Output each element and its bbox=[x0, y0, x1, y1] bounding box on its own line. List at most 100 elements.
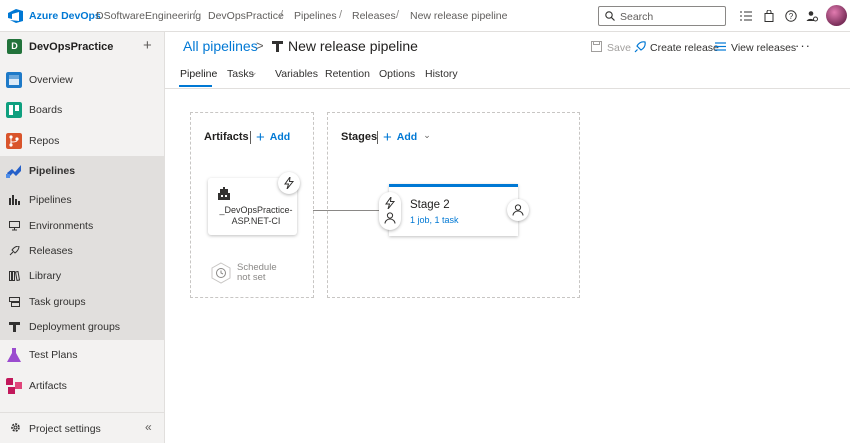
help-icon[interactable]: ? bbox=[785, 10, 797, 22]
gear-icon bbox=[11, 423, 20, 432]
top-bar: Azure DevOps DSoftwareEngineering / DevO… bbox=[0, 0, 850, 32]
test-plans-icon bbox=[7, 348, 21, 362]
sidebar-item-pipelines[interactable]: Pipelines bbox=[0, 156, 165, 186]
shopping-bag-icon[interactable] bbox=[763, 10, 775, 22]
tab-retention[interactable]: Retention bbox=[325, 68, 370, 80]
sidebar-item-label: Test Plans bbox=[29, 349, 78, 361]
page-title[interactable]: New release pipeline bbox=[288, 38, 418, 54]
divider bbox=[250, 131, 251, 144]
divider bbox=[377, 131, 378, 144]
sidebar-subitem-label: Releases bbox=[29, 245, 73, 257]
sidebar-item-boards[interactable]: Boards bbox=[0, 95, 165, 125]
stage-tasks-link[interactable]: 1 job, 1 task bbox=[410, 215, 459, 225]
sidebar-item-label: Artifacts bbox=[29, 380, 67, 392]
pipelines-group: Pipelines Pipelines Environments Release… bbox=[0, 156, 165, 340]
library-icon bbox=[9, 271, 20, 281]
project-name[interactable]: DevOpsPractice bbox=[29, 41, 113, 53]
breadcrumb-current[interactable]: New release pipeline bbox=[410, 10, 507, 22]
sidebar-subitem-task-groups[interactable]: Task groups bbox=[0, 290, 165, 314]
more-actions-button[interactable]: ··· bbox=[795, 38, 811, 53]
tab-history[interactable]: History bbox=[425, 68, 458, 80]
project-badge[interactable]: D bbox=[7, 39, 22, 54]
stage-card[interactable]: Stage 2 1 job, 1 task bbox=[389, 184, 518, 236]
active-tab-indicator bbox=[179, 85, 212, 87]
task-groups-icon bbox=[9, 297, 20, 307]
overview-icon bbox=[6, 72, 22, 88]
tab-variables[interactable]: Variables bbox=[275, 68, 318, 80]
save-label: Save bbox=[607, 42, 631, 54]
sidebar-item-repos[interactable]: Repos bbox=[0, 126, 165, 156]
breadcrumb-releases[interactable]: Releases bbox=[352, 10, 396, 22]
breadcrumb-separator: / bbox=[339, 9, 343, 21]
collapse-sidebar-button[interactable]: « bbox=[145, 420, 152, 434]
releases-icon bbox=[9, 246, 20, 256]
sidebar-item-overview[interactable]: Overview bbox=[0, 65, 165, 95]
search-input[interactable]: Search bbox=[598, 6, 726, 26]
breadcrumb-separator: / bbox=[396, 9, 400, 21]
breadcrumb-separator: / bbox=[193, 9, 197, 21]
sidebar-item-label: Boards bbox=[29, 104, 63, 116]
sidebar-item-label: Pipelines bbox=[29, 165, 76, 177]
breadcrumb-pipelines[interactable]: Pipelines bbox=[294, 10, 337, 22]
project-settings-label: Project settings bbox=[29, 423, 101, 435]
sidebar-subitem-releases[interactable]: Releases bbox=[0, 239, 165, 263]
add-artifact-label: Add bbox=[269, 131, 291, 143]
sidebar-subitem-pipelines[interactable]: Pipelines bbox=[0, 188, 165, 212]
view-releases-label: View releases bbox=[731, 42, 797, 54]
sidebar-subitem-library[interactable]: Library bbox=[0, 264, 165, 288]
sidebar-subitem-deployment-groups[interactable]: Deployment groups bbox=[0, 315, 165, 339]
user-settings-icon[interactable] bbox=[806, 10, 818, 22]
release-pipeline-icon bbox=[272, 41, 283, 52]
search-placeholder: Search bbox=[620, 11, 654, 23]
breadcrumb-project[interactable]: DevOpsPractice bbox=[208, 10, 284, 22]
chevron-down-icon: ⌄ bbox=[423, 130, 431, 140]
continuous-deployment-trigger-button[interactable] bbox=[278, 172, 300, 194]
breadcrumb-organization[interactable]: DSoftwareEngineering bbox=[96, 10, 201, 22]
person-icon[interactable] bbox=[384, 212, 396, 224]
schedule-line-2: not set bbox=[237, 272, 266, 283]
stages-title: Stages bbox=[341, 131, 378, 143]
tab-options[interactable]: Options bbox=[379, 68, 415, 80]
artifacts-icon bbox=[6, 378, 22, 394]
build-artifact-icon bbox=[218, 187, 230, 200]
create-release-label: Create release bbox=[650, 42, 719, 54]
environments-icon bbox=[9, 221, 20, 231]
add-stage-label: Add bbox=[396, 131, 418, 143]
all-pipelines-link[interactable]: All pipelines bbox=[183, 38, 258, 54]
schedule-label: Schedule not set bbox=[237, 263, 277, 283]
rocket-icon bbox=[634, 41, 646, 53]
list-icon bbox=[715, 42, 726, 51]
azure-devops-logo-icon[interactable] bbox=[8, 9, 23, 23]
sidebar-item-test-plans[interactable]: Test Plans bbox=[0, 340, 165, 370]
post-deployment-conditions[interactable] bbox=[507, 199, 529, 221]
add-project-button[interactable]: + bbox=[143, 37, 152, 54]
sidebar-subitem-label: Deployment groups bbox=[29, 321, 121, 333]
sidebar-subitem-label: Environments bbox=[29, 220, 94, 232]
person-icon bbox=[512, 204, 524, 216]
search-icon bbox=[605, 11, 615, 21]
chevron-down-icon[interactable]: ⌄ bbox=[250, 67, 258, 78]
clock-icon bbox=[211, 262, 231, 284]
artifacts-title: Artifacts bbox=[204, 131, 249, 143]
sidebar-subitem-environments[interactable]: Environments bbox=[0, 214, 165, 238]
sidebar: D DevOpsPractice + Overview Boards Repos… bbox=[0, 32, 165, 443]
svg-text:?: ? bbox=[789, 12, 794, 21]
plus-icon: + bbox=[256, 129, 265, 146]
add-artifact-button[interactable]: + Add bbox=[256, 129, 290, 146]
task-list-icon[interactable] bbox=[740, 10, 752, 22]
user-avatar[interactable] bbox=[826, 5, 847, 26]
breadcrumb-separator: / bbox=[280, 9, 284, 21]
artifact-name: _DevOpsPractice-ASP.NET-CI bbox=[219, 205, 293, 226]
brand-link[interactable]: Azure DevOps bbox=[29, 10, 101, 22]
lightning-icon bbox=[284, 177, 295, 189]
tab-pipeline[interactable]: Pipeline bbox=[180, 68, 217, 80]
sidebar-item-label: Repos bbox=[29, 135, 60, 147]
project-settings[interactable]: Project settings « bbox=[0, 412, 165, 443]
pipelines-icon bbox=[6, 165, 21, 178]
sidebar-item-artifacts[interactable]: Artifacts bbox=[0, 371, 165, 401]
pre-deployment-conditions[interactable] bbox=[379, 192, 401, 230]
add-stage-button[interactable]: + Add ⌄ bbox=[383, 129, 431, 146]
lightning-icon[interactable] bbox=[384, 197, 396, 209]
stage-name[interactable]: Stage 2 bbox=[410, 199, 450, 211]
deployment-groups-icon bbox=[9, 322, 20, 332]
